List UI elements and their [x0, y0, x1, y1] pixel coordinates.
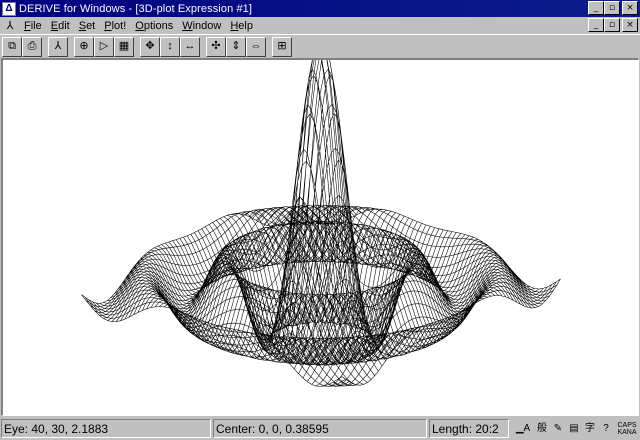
3d-plot-canvas[interactable]: [1, 58, 639, 416]
derive-app-icon[interactable]: Δ: [2, 1, 16, 16]
menu-edit[interactable]: Edit: [48, 20, 76, 32]
doc-close-button[interactable]: ×: [622, 18, 638, 32]
play-icon: ▷: [99, 40, 109, 52]
zoom-horizontal-button[interactable]: ⇔: [246, 36, 266, 57]
menu-help[interactable]: Help: [227, 20, 259, 32]
move-all-icon: ✥: [145, 40, 155, 52]
menu-bar: ⅄ File Edit Set Plot! Options Window Hel…: [0, 17, 640, 34]
zoom-all-icon: ✣: [211, 40, 221, 52]
kana-label: KANA: [617, 428, 637, 436]
copy-icon: ⧉: [8, 40, 16, 52]
caps-kana-indicator: CAPS KANA: [615, 421, 639, 437]
ime-help-icon[interactable]: ?: [599, 421, 613, 437]
doc-restore-button[interactable]: ▫: [604, 18, 620, 32]
zoom-vertical-button[interactable]: ⇕: [226, 36, 246, 57]
copy-button[interactable]: ⧉: [2, 36, 22, 57]
window-title: DERIVE for Windows - [3D-plot Expression…: [19, 2, 253, 15]
maximize-button[interactable]: ▫: [604, 1, 620, 15]
ime-toolbar: ▁A 般 ✎ ▤ 字 ? CAPS KANA: [513, 421, 639, 437]
status-center: Center: 0, 0, 0.38595: [213, 419, 427, 438]
toolbar: ⧉ ⎙ ⅄ ⊕ ▷ ▦ ✥ ↕ ↔ ✣ ⇕ ⇔ ⊞: [0, 34, 640, 58]
surface-wireframe: [81, 60, 561, 387]
plot-settings-button[interactable]: ⊞: [272, 36, 292, 57]
document-controls: _ ▫ ×: [588, 18, 638, 32]
move-horizontal-icon: ↔: [184, 40, 196, 52]
move-all-button[interactable]: ✥: [140, 36, 160, 57]
grid-button[interactable]: ▦: [114, 36, 134, 57]
menu-plot[interactable]: Plot!: [101, 20, 132, 32]
menu-file[interactable]: File: [21, 20, 48, 32]
status-eye: Eye: 40, 30, 2.1883: [1, 419, 211, 438]
move-vertical-icon: ↕: [167, 40, 173, 52]
axes-button[interactable]: ⅄: [48, 36, 68, 57]
window-controls: _ ▫ ×: [588, 1, 638, 15]
menu-set[interactable]: Set: [76, 20, 102, 32]
move-horizontal-button[interactable]: ↔: [180, 36, 200, 57]
ime-mode-icon[interactable]: ▁A: [513, 421, 533, 437]
status-bar: Eye: 40, 30, 2.1883 Center: 0, 0, 0.3859…: [0, 417, 640, 440]
grid-icon: ▦: [118, 40, 130, 52]
status-length: Length: 20:2: [429, 419, 509, 438]
print-icon: ⎙: [27, 40, 37, 52]
ime-dictionary-icon[interactable]: ▤: [567, 421, 581, 437]
menu-window[interactable]: Window: [179, 20, 227, 32]
ime-conversion-icon[interactable]: 字: [583, 421, 597, 437]
zoom-all-button[interactable]: ✣: [206, 36, 226, 57]
zoom-horizontal-icon: ⇔: [250, 40, 262, 52]
title-bar: Δ DERIVE for Windows - [3D-plot Expressi…: [0, 0, 640, 17]
move-vertical-button[interactable]: ↕: [160, 36, 180, 57]
document-icon[interactable]: ⅄: [3, 19, 17, 33]
settings-grid-icon: ⊞: [277, 40, 287, 52]
close-button[interactable]: ×: [622, 1, 638, 15]
surface-mesh-lines: [81, 60, 561, 387]
doc-minimize-button[interactable]: _: [588, 18, 604, 32]
menu-options[interactable]: Options: [132, 20, 179, 32]
ime-kana-icon[interactable]: 般: [535, 421, 549, 437]
ime-tool-icon[interactable]: ✎: [551, 421, 565, 437]
axes-icon: ⅄: [54, 40, 62, 52]
caps-label: CAPS: [617, 421, 637, 429]
plot-button[interactable]: ▷: [94, 36, 114, 57]
minimize-button[interactable]: _: [588, 1, 604, 15]
zoom-vertical-icon: ⇕: [231, 40, 241, 52]
crosshair-button[interactable]: ⊕: [74, 36, 94, 57]
crosshair-icon: ⊕: [79, 40, 89, 52]
print-button[interactable]: ⎙: [22, 36, 42, 57]
